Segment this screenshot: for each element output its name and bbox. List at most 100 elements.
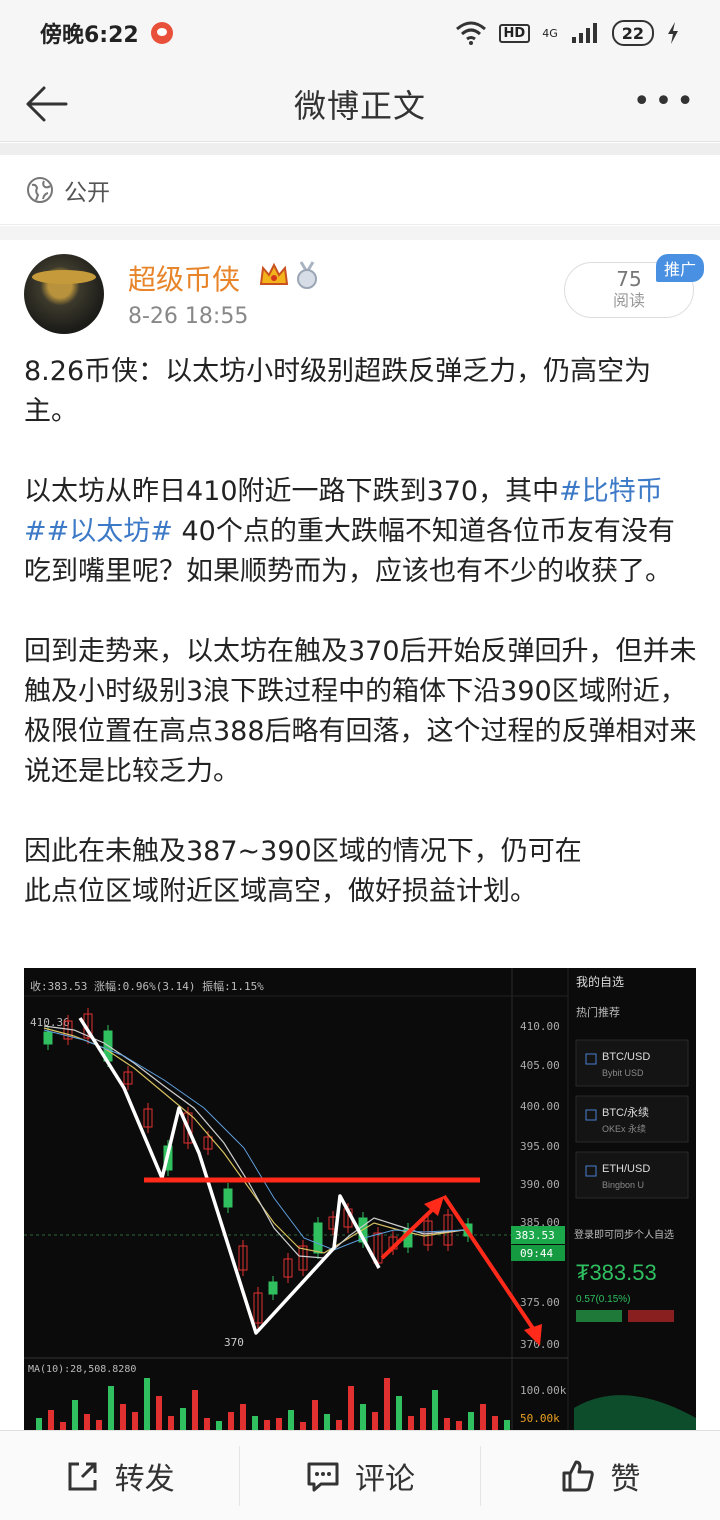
visibility-label: 公开 (64, 179, 110, 206)
volume-bar (432, 1390, 438, 1430)
volume-bar (156, 1396, 162, 1430)
volume-bar (72, 1400, 78, 1430)
watch-sub: Bingbon U (602, 1180, 644, 1190)
side-panel-title: 我的自选 (576, 974, 624, 989)
charging-icon (668, 22, 678, 44)
repost-button[interactable]: 转发 (0, 1446, 239, 1506)
candle-body (313, 1222, 323, 1254)
back-arrow-icon[interactable] (20, 78, 72, 130)
side-price: ₮383.53 (576, 1260, 657, 1285)
price-tick: 410.00 (520, 1020, 560, 1033)
volume-bar (144, 1378, 150, 1430)
battery-indicator: 22 (611, 20, 654, 46)
volume-bar (96, 1420, 102, 1430)
volume-tick: 50.00k (520, 1412, 560, 1425)
volume-tick: 100.00k (520, 1384, 567, 1397)
volume-bar (396, 1396, 402, 1430)
volume-bar (300, 1422, 306, 1430)
volume-bar (444, 1418, 450, 1430)
candle-body (268, 1281, 278, 1295)
volume-bar (120, 1404, 126, 1430)
wave-annotation-line (78, 1017, 381, 1335)
volume-bar (468, 1412, 474, 1430)
notification-app-icon (150, 22, 173, 44)
price-tick: 395.00 (520, 1140, 560, 1153)
wifi-icon (455, 21, 486, 45)
more-options-icon[interactable]: ••• (633, 84, 698, 119)
volume-bar (324, 1414, 330, 1430)
status-time: 傍晚6:22 (40, 23, 139, 48)
candle-body (223, 1188, 233, 1208)
read-label: 阅读 (612, 291, 645, 310)
comment-button[interactable]: 评论 (239, 1445, 479, 1506)
visibility-row: 公开 (0, 155, 720, 225)
volume-bar (240, 1404, 246, 1430)
price-tick: 375.00 (520, 1296, 560, 1309)
author-name[interactable]: 超级币侠 (128, 258, 240, 298)
volume-bar (456, 1421, 462, 1430)
watchlist-item[interactable]: BTC/永续 OKEx 永续 (575, 1095, 689, 1143)
watch-symbol: ETH/USD (602, 1163, 650, 1175)
bottom-action-bar: 转发 评论 赞 (0, 1430, 720, 1520)
signal-icon (571, 23, 597, 43)
volume-bar (132, 1412, 138, 1430)
post-body: 8.26币侠：以太坊小时级别超跌反弹乏力，仍高空为主。 以太坊从昨日410附近一… (24, 352, 700, 912)
volume-bars (36, 1378, 510, 1430)
battery-level: 22 (621, 23, 644, 43)
watchlist-item[interactable]: BTC/USD Bybit USD (575, 1039, 689, 1087)
volume-bar (264, 1420, 270, 1430)
hashtag-link[interactable]: #以太坊# (47, 516, 173, 547)
author-row: 超级币侠 8-26 18:55 75 阅读 推广 (24, 252, 704, 342)
section-divider (0, 143, 720, 155)
volume-bar (480, 1404, 486, 1430)
volume-bar (84, 1414, 90, 1430)
candlestick-series (43, 1008, 473, 1329)
post-paragraph: 以太坊从昨日410附近一路下跌到370，其中#比特币##以太坊# 40个点的重大… (24, 472, 700, 592)
watch-sub: OKEx 永续 (602, 1123, 646, 1134)
post-image-chart[interactable]: 收:383.53 涨幅:0.96%(3.14) 振幅:1.15% 410.36 … (24, 968, 696, 1430)
post-paragraph: 8.26币侠：以太坊小时级别超跌反弹乏力，仍高空为主。 (24, 356, 652, 427)
time-box-text: 09:44 (520, 1247, 553, 1260)
volume-bar (48, 1410, 54, 1430)
promo-badge[interactable]: 推广 (655, 254, 704, 282)
repost-icon (68, 1462, 97, 1490)
thumbs-up-icon (562, 1460, 595, 1491)
like-button[interactable]: 赞 (479, 1445, 720, 1506)
volume-bar (168, 1416, 174, 1430)
crown-badge-icon (259, 262, 289, 285)
hd-badge: HD (498, 23, 531, 43)
volume-bar (216, 1421, 222, 1430)
network-type: 4G (542, 26, 558, 40)
volume-bar (420, 1408, 426, 1430)
volume-bar (192, 1390, 198, 1430)
avatar[interactable] (24, 254, 104, 334)
medal-badge-icon (297, 261, 317, 289)
volume-bar (408, 1416, 414, 1430)
post-paragraph: 因此在未触及387~390区域的情况下，仍可在 此点位区域附近区域高空，做好损益计… (24, 832, 700, 912)
watch-symbol: BTC/USD (602, 1051, 650, 1063)
projection-arrow-up (380, 1196, 444, 1260)
volume-bar (504, 1420, 510, 1430)
volume-bar (312, 1400, 318, 1430)
post-time: 8-26 18:55 (128, 304, 249, 329)
chart-svg: 收:383.53 涨幅:0.96%(3.14) 振幅:1.15% 410.36 … (24, 968, 696, 1430)
watch-symbol: BTC/永续 (602, 1105, 649, 1119)
top-navigation-bar: 微博正文 ••• (0, 66, 720, 142)
watchlist-item[interactable]: ETH/USD Bingbon U (575, 1151, 689, 1199)
volume-bar (348, 1386, 354, 1430)
volume-bar (492, 1416, 498, 1430)
side-change: 0.57(0.15%) (576, 1294, 630, 1305)
volume-bar (252, 1416, 258, 1430)
side-panel-hot: 热门推荐 (576, 1005, 620, 1019)
candle-body (43, 1031, 53, 1045)
status-icons: HD 4G 22 (455, 20, 680, 46)
price-tick: 405.00 (520, 1059, 560, 1072)
repost-label: 转发 (114, 1461, 175, 1497)
volume-bar (360, 1404, 366, 1430)
volume-readout: MA(10):28,508.8280 (28, 1364, 136, 1375)
price-tick: 400.00 (520, 1100, 560, 1113)
page-title: 微博正文 (293, 86, 426, 125)
volume-bar (276, 1418, 282, 1430)
volume-bar (36, 1418, 42, 1430)
post-paragraph: 回到走势来，以太坊在触及370后开始反弹回升，但并未触及小时级别3浪下跌过程中的… (24, 636, 697, 787)
